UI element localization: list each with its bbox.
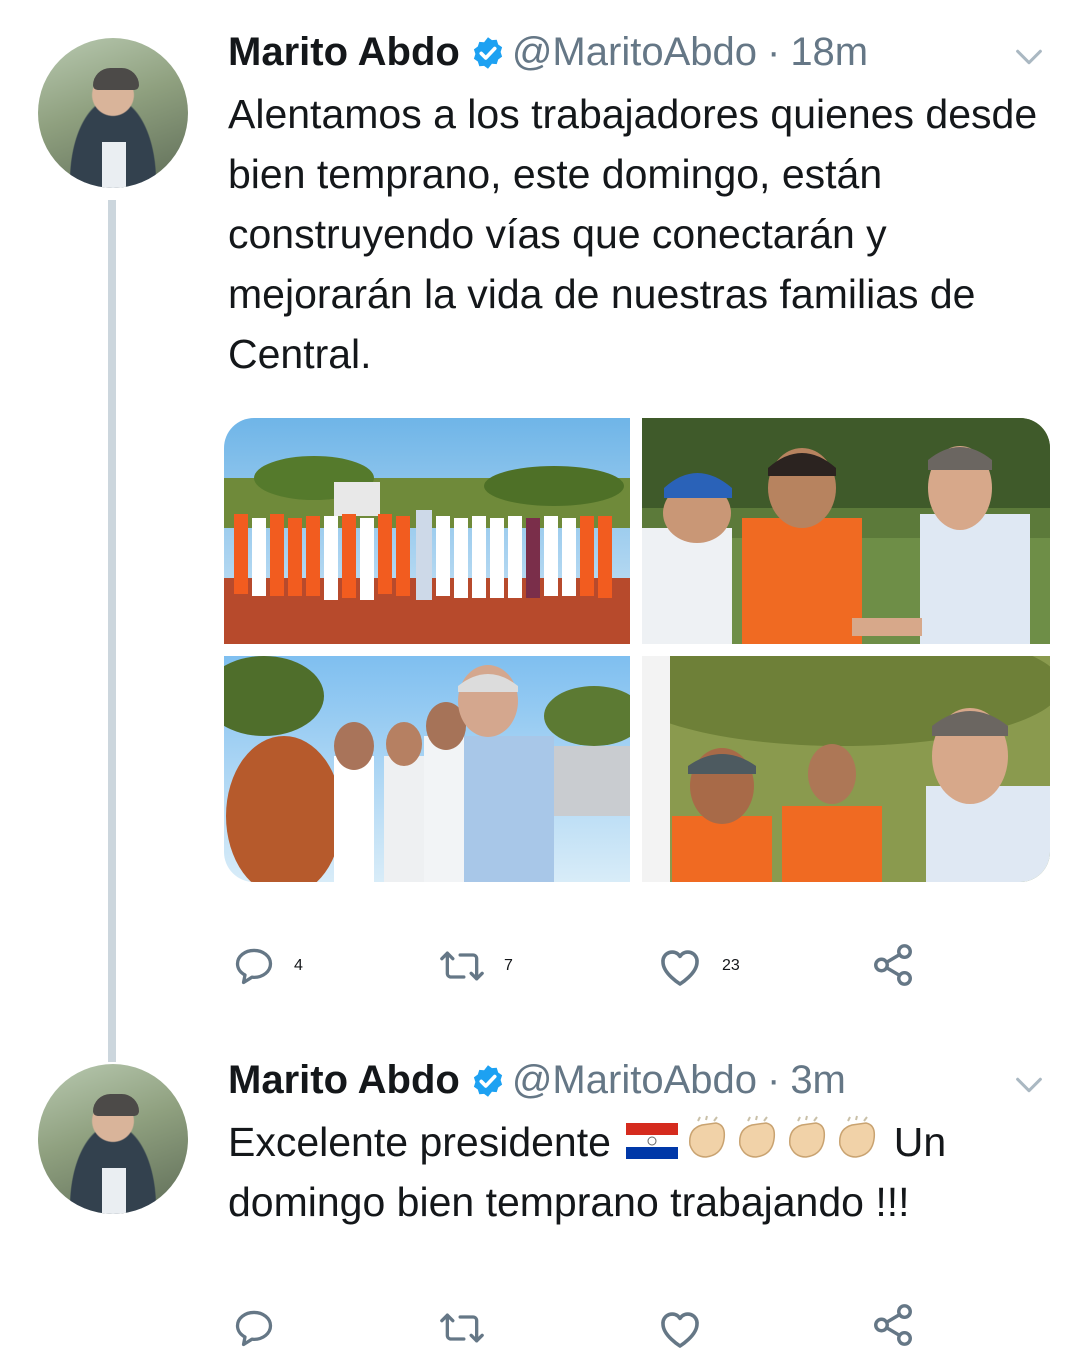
retweet-icon [440,1313,484,1343]
tweet-time[interactable]: 3m [790,1058,846,1103]
like-icon [661,950,699,986]
clapping-hands-emoji [789,1115,826,1158]
like-icon [661,1312,699,1348]
tweet-header: Marito Abdo @MaritoAbdo · 18m [228,30,868,75]
separator-dot: · [766,1058,781,1102]
like-button[interactable] [656,1306,704,1350]
retweet-count: 7 [504,957,513,974]
chevron-down-icon[interactable] [1012,1068,1046,1102]
reply-icon [235,948,273,985]
share-button[interactable] [870,942,916,988]
reply-icon [235,1310,273,1347]
tweet-time[interactable]: 18m [790,30,868,75]
avatar[interactable] [38,38,188,188]
avatar[interactable] [38,1064,188,1214]
photo-handshake[interactable] [642,418,1050,644]
tweet-header: Marito Abdo @MaritoAbdo · 3m [228,1058,846,1103]
reply-button[interactable]: 4 [232,944,303,988]
author-name[interactable]: Marito Abdo [228,30,460,75]
retweet-button[interactable] [438,1306,486,1350]
share-button[interactable] [870,1302,916,1348]
reply-button[interactable] [232,1306,276,1350]
paraguay-flag-emoji [626,1123,679,1160]
tweet-text-part: Excelente presidente [228,1119,611,1165]
like-button[interactable]: 23 [656,944,740,988]
separator-dot: · [766,30,781,74]
verified-badge-icon [473,36,502,69]
photo-signing[interactable] [224,656,630,882]
author-handle[interactable]: @MaritoAbdo [512,30,757,75]
photo-workers-smiling[interactable] [642,656,1050,882]
clapping-hands-emoji [739,1115,776,1158]
like-count: 23 [722,957,740,974]
clapping-hands-emoji [689,1115,726,1158]
author-name[interactable]: Marito Abdo [228,1058,460,1103]
author-handle[interactable]: @MaritoAbdo [512,1058,757,1103]
verified-badge-icon [473,1064,502,1097]
thread-connector-line [108,200,116,1062]
photo-group-workers[interactable] [224,418,630,644]
share-icon [874,944,912,986]
reply-count: 4 [294,957,303,974]
tweet-text: Alentamos a los trabajadores quienes des… [228,91,1038,377]
retweet-button[interactable]: 7 [438,944,513,988]
media-grid[interactable] [224,418,1050,882]
chevron-down-icon[interactable] [1012,40,1046,74]
share-icon [874,1304,912,1346]
tweet-text: Excelente presidente Un domingo bien tem… [228,1112,1058,1232]
retweet-icon [440,951,484,981]
clapping-hands-emoji [839,1115,876,1158]
